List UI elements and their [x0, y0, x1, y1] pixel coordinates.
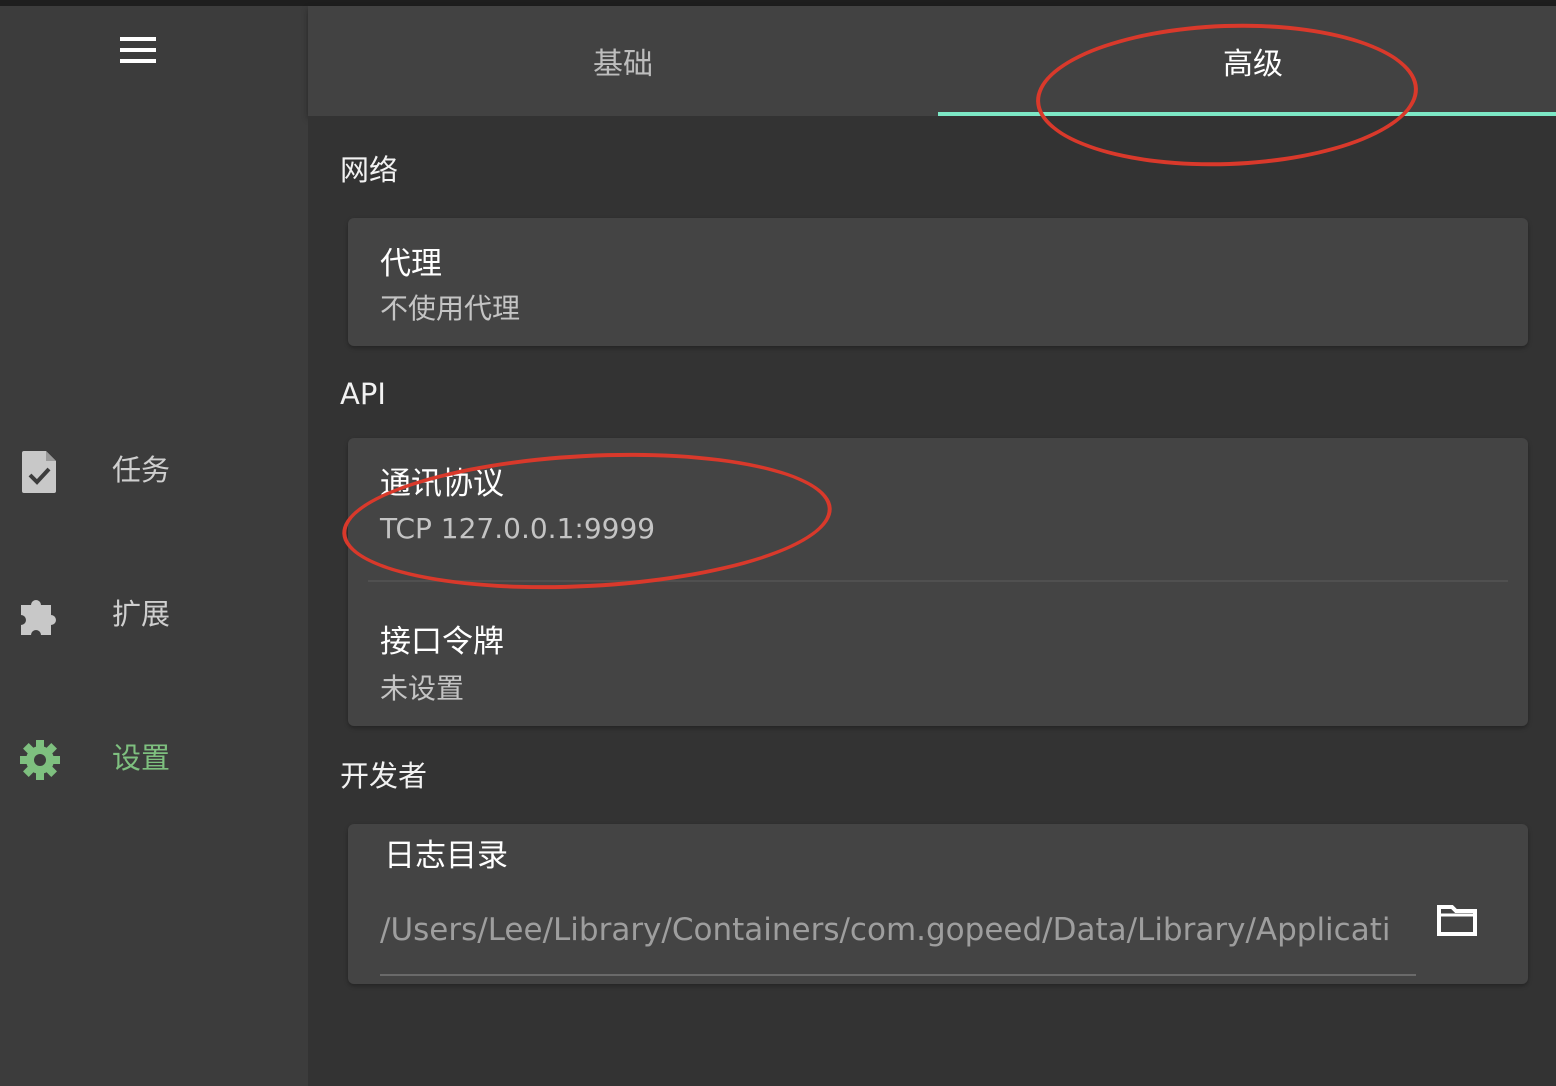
- menu-button[interactable]: [112, 28, 164, 72]
- gear-settings-icon: [16, 736, 64, 784]
- token-title: 接口令牌: [380, 624, 504, 660]
- settings-tab-bar: 基础 高级: [308, 6, 1556, 116]
- choose-folder-button[interactable]: [1432, 898, 1482, 942]
- sidebar-item-extensions[interactable]: 扩展: [0, 570, 308, 660]
- protocol-value: TCP 127.0.0.1:9999: [380, 512, 656, 545]
- settings-content: 网络 代理 不使用代理 API 通讯协议 TCP 127.0.0.1:9999 …: [308, 116, 1556, 1086]
- proxy-setting-row[interactable]: 代理 不使用代理: [348, 218, 1528, 346]
- log-dir-setting-row: 日志目录 /Users/Lee/Library/Containers/com.g…: [348, 824, 1528, 984]
- token-value: 未设置: [380, 672, 465, 705]
- folder-icon: [1437, 905, 1477, 936]
- protocol-setting-row[interactable]: 通讯协议 TCP 127.0.0.1:9999: [348, 438, 1528, 581]
- sidebar-item-label: 任务: [112, 453, 171, 487]
- sidebar: 任务 扩展 设置: [0, 6, 308, 1086]
- protocol-title: 通讯协议: [380, 466, 504, 502]
- api-card: 通讯协议 TCP 127.0.0.1:9999 接口令牌 未设置: [348, 438, 1528, 726]
- tab-basic[interactable]: 基础: [308, 6, 938, 116]
- tab-advanced[interactable]: 高级: [938, 6, 1556, 116]
- sidebar-item-label: 设置: [112, 741, 171, 775]
- developer-card: 日志目录 /Users/Lee/Library/Containers/com.g…: [348, 824, 1528, 984]
- sidebar-item-settings[interactable]: 设置: [0, 714, 308, 804]
- section-title-developer: 开发者: [340, 759, 428, 793]
- sidebar-item-tasks[interactable]: 任务: [0, 426, 308, 516]
- task-file-check-icon: [16, 448, 64, 496]
- proxy-title: 代理: [380, 246, 442, 282]
- hamburger-menu-icon: [120, 37, 156, 63]
- section-title-network: 网络: [340, 153, 399, 187]
- token-setting-row[interactable]: 接口令牌 未设置: [348, 582, 1528, 726]
- proxy-value: 不使用代理: [380, 292, 521, 325]
- sidebar-item-label: 扩展: [112, 597, 171, 631]
- puzzle-extension-icon: [16, 592, 64, 640]
- log-dir-title: 日志目录: [384, 838, 508, 874]
- log-dir-input[interactable]: /Users/Lee/Library/Containers/com.gopeed…: [380, 902, 1416, 976]
- section-title-api: API: [340, 377, 386, 411]
- network-card: 代理 不使用代理: [348, 218, 1528, 346]
